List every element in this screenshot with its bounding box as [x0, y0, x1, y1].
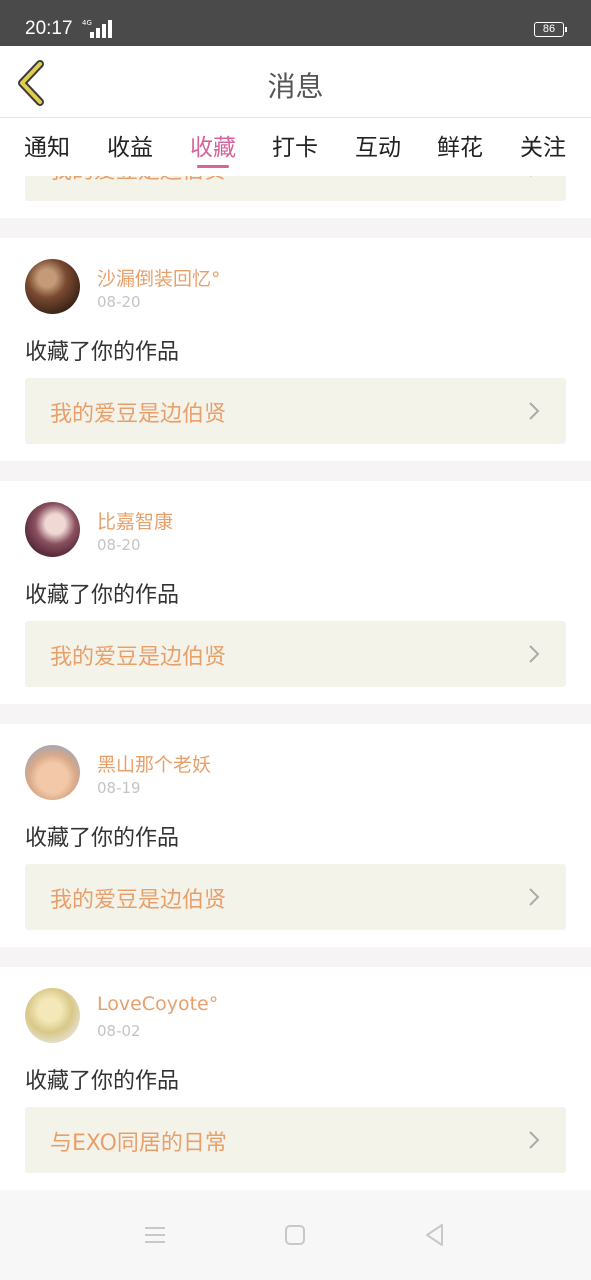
username[interactable]: 沙漏倒装回忆° — [97, 264, 221, 291]
chevron-right-icon — [529, 645, 540, 663]
user-avatar[interactable] — [25, 988, 80, 1043]
tab-checkin[interactable]: 打卡 — [272, 128, 318, 162]
action-text: 收藏了你的作品 — [25, 583, 180, 608]
chevron-right-icon — [530, 176, 532, 177]
work-link[interactable]: 我的爱豆是边伯贤 — [25, 378, 566, 444]
work-link[interactable]: 我的爱豆是边伯贤 — [25, 621, 566, 687]
page-title: 消息 — [267, 70, 324, 103]
user-avatar[interactable] — [25, 259, 80, 314]
notification-date: 08-20 — [97, 536, 141, 554]
tab-bar: 通知 收益 收藏 打卡 互动 鲜花 关注 — [0, 118, 591, 176]
back-icon[interactable] — [422, 1222, 448, 1248]
username[interactable]: 比嘉智康 — [97, 507, 173, 534]
notification-card: 沙漏倒装回忆° 08-20 收藏了你的作品 我的爱豆是边伯贤 — [0, 238, 591, 461]
tab-following[interactable]: 关注 — [520, 128, 566, 162]
notification-card-partial: 我的爱豆是边伯贤 — [0, 176, 591, 218]
username[interactable]: 黑山那个老妖 — [97, 750, 211, 777]
action-text: 收藏了你的作品 — [25, 340, 180, 365]
work-link[interactable]: 我的爱豆是边伯贤 — [25, 864, 566, 930]
action-text: 收藏了你的作品 — [25, 826, 180, 851]
notification-date: 08-19 — [97, 779, 141, 797]
signal-icon — [90, 20, 116, 38]
app-header: 消息 — [0, 46, 591, 118]
active-tab-indicator — [197, 165, 229, 168]
menu-icon[interactable] — [142, 1222, 168, 1248]
tab-earnings[interactable]: 收益 — [107, 128, 153, 162]
system-nav-bar — [0, 1190, 591, 1280]
work-title: 我的爱豆是边伯贤 — [50, 176, 226, 185]
battery-icon: 86 — [534, 22, 567, 37]
notification-date: 08-20 — [97, 293, 141, 311]
tab-flowers[interactable]: 鲜花 — [437, 128, 483, 162]
chevron-right-icon — [529, 1131, 540, 1149]
work-link[interactable]: 我的爱豆是边伯贤 — [25, 176, 566, 201]
username[interactable]: LoveCoyote° — [97, 993, 218, 1015]
work-title: 我的爱豆是边伯贤 — [50, 888, 227, 913]
status-time: 20:17 — [25, 18, 73, 39]
notification-date: 08-02 — [97, 1022, 141, 1040]
work-link[interactable]: 与EXO同居的日常 — [25, 1107, 566, 1173]
tab-favorites[interactable]: 收藏 — [190, 128, 236, 162]
notification-card: LoveCoyote° 08-02 收藏了你的作品 与EXO同居的日常 — [0, 967, 591, 1190]
notification-card: 黑山那个老妖 08-19 收藏了你的作品 我的爱豆是边伯贤 — [0, 724, 591, 947]
action-text: 收藏了你的作品 — [25, 1069, 180, 1094]
status-bar: 20:17 4G 86 — [0, 0, 591, 46]
tab-notice[interactable]: 通知 — [24, 128, 70, 162]
chevron-right-icon — [529, 888, 540, 906]
work-title: 我的爱豆是边伯贤 — [50, 402, 227, 427]
notification-list[interactable]: 我的爱豆是边伯贤 沙漏倒装回忆° 08-20 收藏了你的作品 我的爱豆是边伯贤 … — [0, 176, 591, 1190]
user-avatar[interactable] — [25, 745, 80, 800]
chevron-right-icon — [529, 402, 540, 420]
home-icon[interactable] — [282, 1222, 308, 1248]
tab-interaction[interactable]: 互动 — [355, 128, 401, 162]
notification-card: 比嘉智康 08-20 收藏了你的作品 我的爱豆是边伯贤 — [0, 481, 591, 704]
work-title: 与EXO同居的日常 — [50, 1131, 227, 1156]
user-avatar[interactable] — [25, 502, 80, 557]
work-title: 我的爱豆是边伯贤 — [50, 645, 227, 670]
